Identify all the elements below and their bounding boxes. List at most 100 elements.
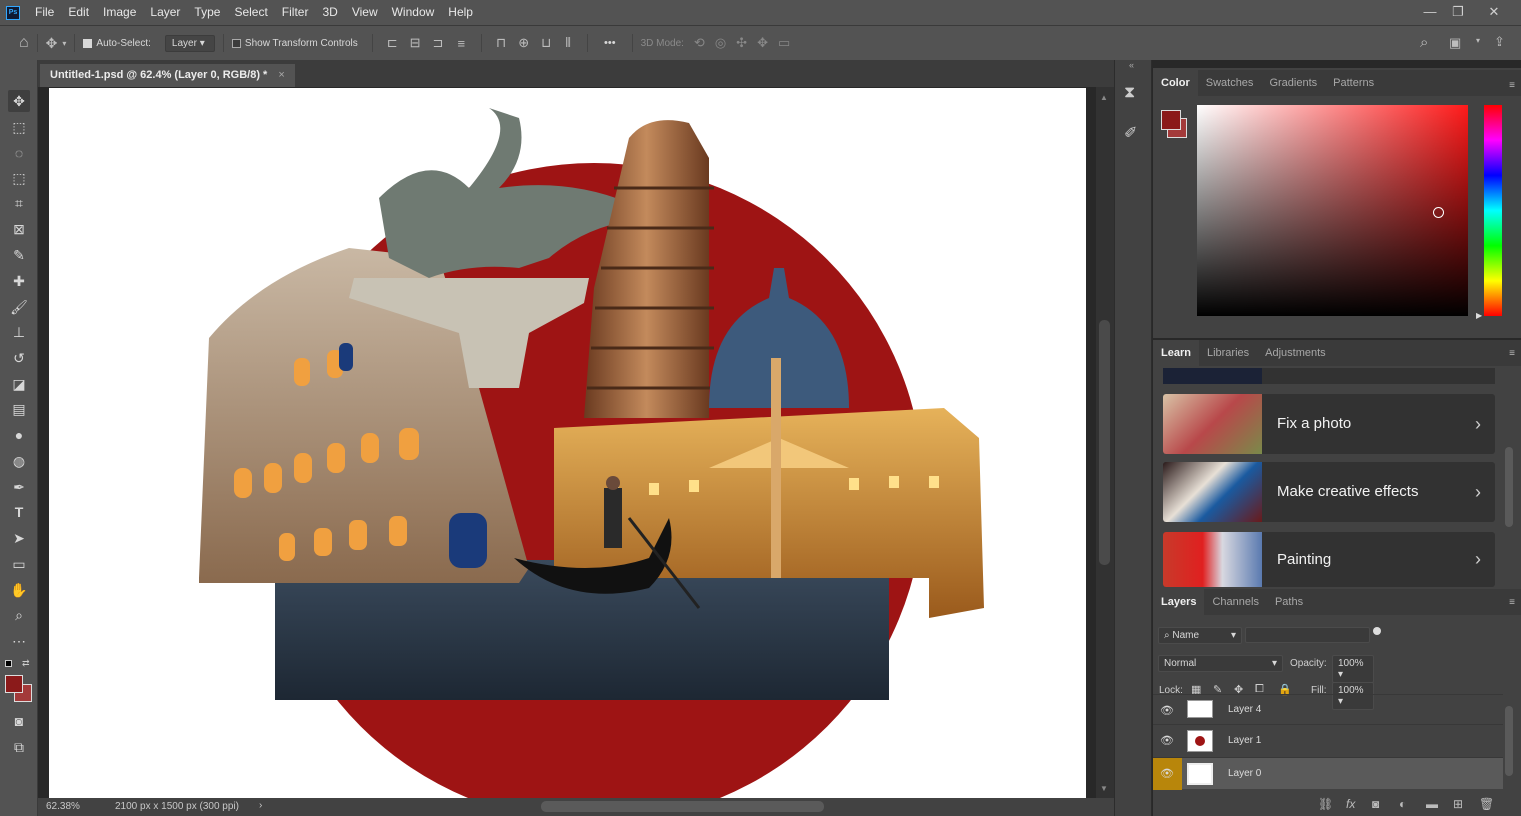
- restore-button[interactable]: ❐: [1442, 0, 1474, 25]
- tab-channels[interactable]: Channels: [1204, 589, 1266, 615]
- quick-mask-icon[interactable]: ◙: [8, 710, 30, 732]
- object-selection-tool-icon[interactable]: ⬚: [8, 167, 30, 189]
- marquee-tool-icon[interactable]: ⬚: [8, 116, 30, 138]
- menu-3d[interactable]: 3D: [315, 0, 344, 25]
- zoom-level[interactable]: 62.38%: [46, 801, 80, 812]
- zoom-tool-icon[interactable]: ⌕: [8, 604, 30, 626]
- search-icon[interactable]: ⌕: [1420, 34, 1428, 51]
- tab-layers[interactable]: Layers: [1153, 589, 1205, 615]
- close-window-button[interactable]: ✕: [1478, 0, 1510, 25]
- workspace-icon[interactable]: ▣: [1449, 35, 1461, 51]
- canvas-area[interactable]: [38, 87, 1096, 798]
- history-brush-icon[interactable]: ↺: [8, 347, 30, 369]
- tab-learn[interactable]: Learn: [1153, 340, 1199, 366]
- layer-filter-kind[interactable]: ⌕ Name ▾: [1158, 627, 1242, 644]
- pan-3d-icon[interactable]: ✣: [736, 35, 747, 51]
- hue-slider-handle[interactable]: ▶: [1476, 311, 1482, 320]
- layers-scroll-thumb[interactable]: [1505, 706, 1513, 776]
- menu-window[interactable]: Window: [385, 0, 442, 25]
- collapse-icon[interactable]: «: [1129, 60, 1134, 70]
- move-tool-icon[interactable]: ✥: [8, 90, 30, 112]
- move-tool-preset-icon[interactable]: ✥: [46, 35, 58, 52]
- tab-gradients[interactable]: Gradients: [1261, 70, 1325, 96]
- default-colors-icon[interactable]: [5, 660, 12, 667]
- align-right-icon[interactable]: ⊐: [433, 35, 444, 51]
- dodge-tool-icon[interactable]: ◍: [8, 450, 30, 472]
- more-options-button[interactable]: •••: [604, 37, 616, 49]
- visibility-eye-icon[interactable]: 👁: [1159, 703, 1175, 719]
- align-bottom-icon[interactable]: ⊔: [541, 35, 551, 51]
- brush-tool-icon[interactable]: 🖌: [8, 296, 30, 318]
- brush-settings-icon[interactable]: ✐: [1124, 123, 1137, 143]
- filter-toggle-icon[interactable]: [1373, 627, 1381, 635]
- align-middle-icon[interactable]: ⊕: [518, 35, 529, 51]
- share-icon[interactable]: ⇪: [1494, 34, 1505, 50]
- color-picker-handle[interactable]: [1433, 207, 1444, 218]
- eyedropper-tool-icon[interactable]: ✎: [8, 244, 30, 266]
- scale-3d-icon[interactable]: ▭: [778, 35, 790, 51]
- auto-select-checkbox[interactable]: [83, 38, 93, 48]
- menu-layer[interactable]: Layer: [143, 0, 187, 25]
- horizontal-scroll-thumb[interactable]: [541, 801, 824, 812]
- adjustment-layer-icon[interactable]: ◐: [1399, 797, 1406, 811]
- crop-tool-icon[interactable]: ⌗: [8, 192, 30, 214]
- color-field[interactable]: [1197, 105, 1468, 316]
- canvas-vertical-scrollbar[interactable]: ▲ ▼: [1096, 87, 1114, 798]
- status-menu-arrow[interactable]: ›: [259, 800, 262, 811]
- learn-card-creative-effects[interactable]: Make creative effects ›: [1163, 462, 1495, 522]
- pen-tool-icon[interactable]: ✒: [8, 476, 30, 498]
- tab-patterns[interactable]: Patterns: [1325, 70, 1382, 96]
- layer-row-selected[interactable]: 👁 Layer 0: [1153, 757, 1503, 790]
- scroll-thumb[interactable]: [1099, 320, 1110, 565]
- blend-mode-dropdown[interactable]: Normal ▾: [1158, 655, 1283, 672]
- roll-3d-icon[interactable]: ◎: [715, 35, 726, 51]
- layer-row[interactable]: 👁 Layer 4: [1153, 694, 1503, 724]
- menu-help[interactable]: Help: [441, 0, 480, 25]
- new-layer-icon[interactable]: ⊞: [1453, 797, 1463, 811]
- distribute-icon[interactable]: ≡: [457, 36, 465, 51]
- document-tab[interactable]: Untitled-1.psd @ 62.4% (Layer 0, RGB/8) …: [40, 64, 295, 87]
- path-selection-icon[interactable]: ➤: [8, 527, 30, 549]
- new-group-icon[interactable]: ▬: [1426, 797, 1438, 811]
- document-canvas[interactable]: [49, 88, 1086, 798]
- hand-tool-icon[interactable]: ✋: [8, 579, 30, 601]
- show-transform-checkbox[interactable]: [231, 38, 241, 48]
- tab-adjustments[interactable]: Adjustments: [1257, 340, 1334, 366]
- layer-name[interactable]: Layer 1: [1228, 725, 1261, 757]
- type-tool-icon[interactable]: T: [8, 501, 30, 523]
- foreground-color-chip[interactable]: [1161, 110, 1181, 130]
- layer-name[interactable]: Layer 0: [1228, 758, 1261, 790]
- chevron-down-icon[interactable]: ▾: [62, 39, 66, 48]
- menu-type[interactable]: Type: [187, 0, 227, 25]
- layer-row[interactable]: 👁 Layer 1: [1153, 724, 1503, 756]
- visibility-eye-icon[interactable]: 👁: [1159, 733, 1175, 749]
- foreground-color-swatch[interactable]: [5, 675, 23, 693]
- clone-stamp-icon[interactable]: ⊥: [8, 321, 30, 343]
- eraser-tool-icon[interactable]: ◪: [8, 373, 30, 395]
- layers-panel-menu-icon[interactable]: ≡: [1509, 597, 1515, 608]
- menu-edit[interactable]: Edit: [61, 0, 96, 25]
- learn-panel-menu-icon[interactable]: ≡: [1509, 348, 1515, 359]
- frame-tool-icon[interactable]: ⊠: [8, 218, 30, 240]
- fx-icon[interactable]: fx: [1346, 797, 1355, 811]
- hue-slider[interactable]: [1484, 105, 1502, 316]
- scroll-down-icon[interactable]: ▼: [1100, 784, 1108, 793]
- close-tab-icon[interactable]: ×: [278, 69, 284, 81]
- lasso-tool-icon[interactable]: ◌: [8, 142, 30, 164]
- opacity-input[interactable]: 100% ▾: [1332, 655, 1374, 683]
- workspace-chevron-icon[interactable]: ▾: [1476, 36, 1480, 45]
- edit-toolbar-icon[interactable]: ⋯: [8, 630, 30, 652]
- learn-scroll-thumb[interactable]: [1505, 447, 1513, 527]
- layer-filter-input[interactable]: [1245, 627, 1370, 643]
- layer-name[interactable]: Layer 4: [1228, 695, 1261, 725]
- swap-colors-icon[interactable]: ⇄: [22, 658, 30, 669]
- learn-card-fix-photo[interactable]: Fix a photo ›: [1163, 394, 1495, 454]
- link-layers-icon[interactable]: ⛓: [1318, 797, 1333, 811]
- rectangle-tool-icon[interactable]: ▭: [8, 553, 30, 575]
- menu-image[interactable]: Image: [96, 0, 143, 25]
- home-icon[interactable]: ⌂: [19, 34, 29, 52]
- tab-color[interactable]: Color: [1153, 70, 1198, 96]
- menu-filter[interactable]: Filter: [275, 0, 316, 25]
- learn-card-partial[interactable]: [1163, 368, 1495, 384]
- tab-swatches[interactable]: Swatches: [1198, 70, 1262, 96]
